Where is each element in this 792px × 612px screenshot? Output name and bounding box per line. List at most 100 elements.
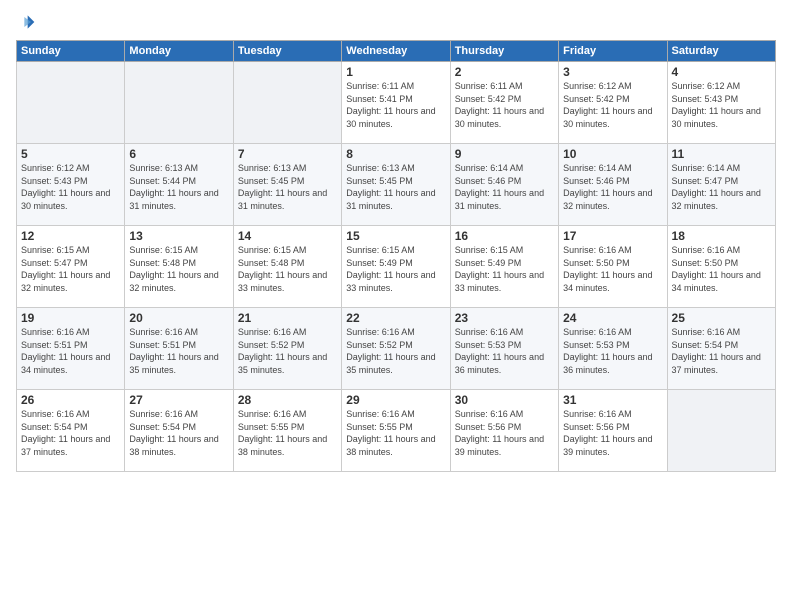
calendar-cell: 30Sunrise: 6:16 AM Sunset: 5:56 PM Dayli… — [450, 390, 558, 472]
day-number: 18 — [672, 229, 771, 243]
calendar-cell: 6Sunrise: 6:13 AM Sunset: 5:44 PM Daylig… — [125, 144, 233, 226]
day-info: Sunrise: 6:15 AM Sunset: 5:49 PM Dayligh… — [455, 244, 554, 294]
week-row-5: 26Sunrise: 6:16 AM Sunset: 5:54 PM Dayli… — [17, 390, 776, 472]
weekday-header-tuesday: Tuesday — [233, 41, 341, 62]
day-info: Sunrise: 6:16 AM Sunset: 5:51 PM Dayligh… — [129, 326, 228, 376]
calendar-cell: 26Sunrise: 6:16 AM Sunset: 5:54 PM Dayli… — [17, 390, 125, 472]
weekday-header-wednesday: Wednesday — [342, 41, 450, 62]
weekday-header-thursday: Thursday — [450, 41, 558, 62]
calendar-cell: 1Sunrise: 6:11 AM Sunset: 5:41 PM Daylig… — [342, 62, 450, 144]
calendar-cell: 3Sunrise: 6:12 AM Sunset: 5:42 PM Daylig… — [559, 62, 667, 144]
day-number: 12 — [21, 229, 120, 243]
calendar-cell: 19Sunrise: 6:16 AM Sunset: 5:51 PM Dayli… — [17, 308, 125, 390]
calendar-cell: 16Sunrise: 6:15 AM Sunset: 5:49 PM Dayli… — [450, 226, 558, 308]
calendar-cell — [667, 390, 775, 472]
calendar-cell: 29Sunrise: 6:16 AM Sunset: 5:55 PM Dayli… — [342, 390, 450, 472]
day-info: Sunrise: 6:13 AM Sunset: 5:45 PM Dayligh… — [346, 162, 445, 212]
day-info: Sunrise: 6:16 AM Sunset: 5:52 PM Dayligh… — [238, 326, 337, 376]
day-info: Sunrise: 6:12 AM Sunset: 5:42 PM Dayligh… — [563, 80, 662, 130]
calendar-cell: 22Sunrise: 6:16 AM Sunset: 5:52 PM Dayli… — [342, 308, 450, 390]
day-info: Sunrise: 6:13 AM Sunset: 5:45 PM Dayligh… — [238, 162, 337, 212]
calendar-cell: 20Sunrise: 6:16 AM Sunset: 5:51 PM Dayli… — [125, 308, 233, 390]
day-number: 9 — [455, 147, 554, 161]
day-info: Sunrise: 6:16 AM Sunset: 5:52 PM Dayligh… — [346, 326, 445, 376]
weekday-header-monday: Monday — [125, 41, 233, 62]
calendar-cell: 9Sunrise: 6:14 AM Sunset: 5:46 PM Daylig… — [450, 144, 558, 226]
weekday-header-friday: Friday — [559, 41, 667, 62]
day-number: 11 — [672, 147, 771, 161]
day-number: 2 — [455, 65, 554, 79]
day-info: Sunrise: 6:16 AM Sunset: 5:54 PM Dayligh… — [672, 326, 771, 376]
day-number: 8 — [346, 147, 445, 161]
header — [16, 12, 776, 32]
day-info: Sunrise: 6:14 AM Sunset: 5:46 PM Dayligh… — [455, 162, 554, 212]
day-info: Sunrise: 6:14 AM Sunset: 5:46 PM Dayligh… — [563, 162, 662, 212]
page: SundayMondayTuesdayWednesdayThursdayFrid… — [0, 0, 792, 612]
day-number: 22 — [346, 311, 445, 325]
day-number: 3 — [563, 65, 662, 79]
day-info: Sunrise: 6:11 AM Sunset: 5:41 PM Dayligh… — [346, 80, 445, 130]
weekday-header-sunday: Sunday — [17, 41, 125, 62]
calendar-cell: 17Sunrise: 6:16 AM Sunset: 5:50 PM Dayli… — [559, 226, 667, 308]
day-number: 23 — [455, 311, 554, 325]
day-info: Sunrise: 6:15 AM Sunset: 5:49 PM Dayligh… — [346, 244, 445, 294]
calendar-cell: 18Sunrise: 6:16 AM Sunset: 5:50 PM Dayli… — [667, 226, 775, 308]
day-info: Sunrise: 6:15 AM Sunset: 5:48 PM Dayligh… — [238, 244, 337, 294]
calendar-cell: 15Sunrise: 6:15 AM Sunset: 5:49 PM Dayli… — [342, 226, 450, 308]
calendar-cell: 5Sunrise: 6:12 AM Sunset: 5:43 PM Daylig… — [17, 144, 125, 226]
calendar-table: SundayMondayTuesdayWednesdayThursdayFrid… — [16, 40, 776, 472]
calendar-cell: 13Sunrise: 6:15 AM Sunset: 5:48 PM Dayli… — [125, 226, 233, 308]
calendar-cell: 8Sunrise: 6:13 AM Sunset: 5:45 PM Daylig… — [342, 144, 450, 226]
day-info: Sunrise: 6:14 AM Sunset: 5:47 PM Dayligh… — [672, 162, 771, 212]
calendar-cell: 25Sunrise: 6:16 AM Sunset: 5:54 PM Dayli… — [667, 308, 775, 390]
calendar-cell: 23Sunrise: 6:16 AM Sunset: 5:53 PM Dayli… — [450, 308, 558, 390]
day-info: Sunrise: 6:16 AM Sunset: 5:56 PM Dayligh… — [563, 408, 662, 458]
day-info: Sunrise: 6:16 AM Sunset: 5:51 PM Dayligh… — [21, 326, 120, 376]
day-info: Sunrise: 6:16 AM Sunset: 5:54 PM Dayligh… — [21, 408, 120, 458]
week-row-4: 19Sunrise: 6:16 AM Sunset: 5:51 PM Dayli… — [17, 308, 776, 390]
day-info: Sunrise: 6:16 AM Sunset: 5:55 PM Dayligh… — [238, 408, 337, 458]
weekday-header-saturday: Saturday — [667, 41, 775, 62]
day-number: 16 — [455, 229, 554, 243]
day-info: Sunrise: 6:15 AM Sunset: 5:48 PM Dayligh… — [129, 244, 228, 294]
day-number: 13 — [129, 229, 228, 243]
day-number: 6 — [129, 147, 228, 161]
day-info: Sunrise: 6:16 AM Sunset: 5:50 PM Dayligh… — [672, 244, 771, 294]
day-number: 31 — [563, 393, 662, 407]
day-info: Sunrise: 6:11 AM Sunset: 5:42 PM Dayligh… — [455, 80, 554, 130]
day-info: Sunrise: 6:13 AM Sunset: 5:44 PM Dayligh… — [129, 162, 228, 212]
day-number: 17 — [563, 229, 662, 243]
day-number: 15 — [346, 229, 445, 243]
week-row-1: 1Sunrise: 6:11 AM Sunset: 5:41 PM Daylig… — [17, 62, 776, 144]
day-number: 14 — [238, 229, 337, 243]
calendar-cell — [233, 62, 341, 144]
day-number: 19 — [21, 311, 120, 325]
day-number: 25 — [672, 311, 771, 325]
day-number: 26 — [21, 393, 120, 407]
calendar-cell: 11Sunrise: 6:14 AM Sunset: 5:47 PM Dayli… — [667, 144, 775, 226]
day-number: 28 — [238, 393, 337, 407]
day-number: 20 — [129, 311, 228, 325]
day-number: 30 — [455, 393, 554, 407]
day-number: 7 — [238, 147, 337, 161]
day-info: Sunrise: 6:12 AM Sunset: 5:43 PM Dayligh… — [21, 162, 120, 212]
calendar-cell: 2Sunrise: 6:11 AM Sunset: 5:42 PM Daylig… — [450, 62, 558, 144]
day-info: Sunrise: 6:12 AM Sunset: 5:43 PM Dayligh… — [672, 80, 771, 130]
weekday-header-row: SundayMondayTuesdayWednesdayThursdayFrid… — [17, 41, 776, 62]
day-info: Sunrise: 6:16 AM Sunset: 5:50 PM Dayligh… — [563, 244, 662, 294]
calendar-cell — [17, 62, 125, 144]
calendar-cell: 24Sunrise: 6:16 AM Sunset: 5:53 PM Dayli… — [559, 308, 667, 390]
calendar-cell: 7Sunrise: 6:13 AM Sunset: 5:45 PM Daylig… — [233, 144, 341, 226]
calendar-cell — [125, 62, 233, 144]
logo-icon — [16, 12, 36, 32]
calendar-cell: 10Sunrise: 6:14 AM Sunset: 5:46 PM Dayli… — [559, 144, 667, 226]
day-info: Sunrise: 6:16 AM Sunset: 5:54 PM Dayligh… — [129, 408, 228, 458]
calendar-cell: 12Sunrise: 6:15 AM Sunset: 5:47 PM Dayli… — [17, 226, 125, 308]
day-number: 10 — [563, 147, 662, 161]
day-info: Sunrise: 6:16 AM Sunset: 5:56 PM Dayligh… — [455, 408, 554, 458]
day-info: Sunrise: 6:15 AM Sunset: 5:47 PM Dayligh… — [21, 244, 120, 294]
logo — [16, 12, 38, 32]
week-row-3: 12Sunrise: 6:15 AM Sunset: 5:47 PM Dayli… — [17, 226, 776, 308]
calendar-cell: 31Sunrise: 6:16 AM Sunset: 5:56 PM Dayli… — [559, 390, 667, 472]
calendar-cell: 27Sunrise: 6:16 AM Sunset: 5:54 PM Dayli… — [125, 390, 233, 472]
